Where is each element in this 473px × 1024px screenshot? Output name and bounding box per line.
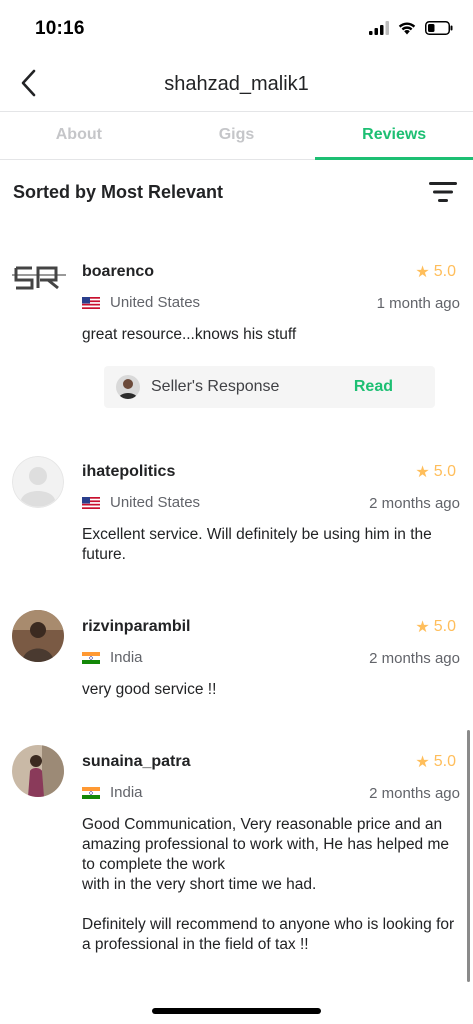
country-name: India <box>110 784 143 801</box>
sort-filter-icon <box>429 182 457 202</box>
avatar <box>12 456 64 508</box>
review-date: 1 month ago <box>376 295 460 312</box>
review-country: India <box>82 784 143 801</box>
review-text: great resource...knows his stuff <box>82 326 297 343</box>
review-rating: ★ 5.0 <box>415 752 456 772</box>
seller-avatar <box>116 375 140 399</box>
review-username[interactable]: boarenco <box>82 263 154 281</box>
review-text: Good Communication, Very reasonable pric… <box>82 816 455 953</box>
avatar <box>12 610 64 662</box>
review-country: United States <box>82 494 200 511</box>
star-icon: ★ <box>415 619 430 636</box>
india-flag-icon <box>82 651 100 664</box>
india-flag-icon <box>82 786 100 799</box>
review-text: very good service !! <box>82 681 217 698</box>
wifi-icon <box>398 22 416 35</box>
user-photo-avatar <box>12 745 64 797</box>
seller-avatar-image <box>116 375 140 399</box>
review-text: Excellent service. Will definitely be us… <box>82 526 432 563</box>
rating-value: 5.0 <box>433 618 456 635</box>
home-indicator[interactable] <box>152 1008 321 1014</box>
review-rating: ★ 5.0 <box>415 617 456 637</box>
review-item: rizvinparambil ★ 5.0 India 2 months ago … <box>0 610 473 710</box>
sort-row: Sorted by Most Relevant <box>0 160 473 224</box>
country-name: United States <box>110 294 201 311</box>
review-rating: ★ 5.0 <box>415 462 456 482</box>
review-username[interactable]: sunaina_patra <box>82 753 190 771</box>
avatar <box>12 745 64 797</box>
review-rating: ★ 5.0 <box>415 262 456 282</box>
tab-gigs[interactable]: Gigs <box>158 112 316 159</box>
star-icon: ★ <box>415 754 430 771</box>
default-avatar-icon <box>12 456 64 508</box>
seller-response-button[interactable]: Seller's Response Read <box>104 366 435 408</box>
nav-bar: shahzad_malik1 <box>0 56 473 112</box>
rating-value: 5.0 <box>433 263 456 280</box>
battery-icon <box>425 20 453 35</box>
sort-filter-button[interactable] <box>429 180 457 204</box>
user-photo-avatar <box>12 610 64 662</box>
star-icon: ★ <box>415 464 430 481</box>
seller-response-read-link[interactable]: Read <box>354 378 393 396</box>
avatar <box>12 246 66 298</box>
star-icon: ★ <box>415 264 430 281</box>
review-date: 2 months ago <box>369 785 460 802</box>
review-item: ihatepolitics ★ 5.0 United States 2 mont… <box>0 456 473 586</box>
country-name: India <box>110 649 143 666</box>
status-time: 10:16 <box>35 18 85 39</box>
us-flag-icon <box>82 496 100 509</box>
seller-response-label: Seller's Response <box>151 378 280 395</box>
review-country: India <box>82 649 143 666</box>
review-date: 2 months ago <box>369 495 460 512</box>
country-name: United States <box>110 494 201 511</box>
signal-icon <box>369 20 389 35</box>
review-item: sunaina_patra ★ 5.0 India 2 months ago G… <box>0 745 473 965</box>
status-bar: 10:16 <box>0 0 473 56</box>
review-item: boarenco ★ 5.0 United States 1 month ago… <box>0 246 473 416</box>
tab-reviews[interactable]: Reviews <box>315 112 473 160</box>
page-title: shahzad_malik1 <box>164 73 309 95</box>
review-username[interactable]: ihatepolitics <box>82 463 175 481</box>
sort-label: Sorted by Most Relevant <box>13 182 224 202</box>
rating-value: 5.0 <box>433 753 456 770</box>
rating-value: 5.0 <box>433 463 456 480</box>
review-date: 2 months ago <box>369 650 460 667</box>
us-flag-icon <box>82 296 100 309</box>
review-country: United States <box>82 294 200 311</box>
logo-avatar-image <box>12 246 66 298</box>
tab-bar: About Gigs Reviews <box>0 112 473 160</box>
tab-about[interactable]: About <box>0 112 158 159</box>
review-username[interactable]: rizvinparambil <box>82 618 190 636</box>
scrollbar[interactable] <box>467 730 470 982</box>
status-icons <box>369 20 453 35</box>
